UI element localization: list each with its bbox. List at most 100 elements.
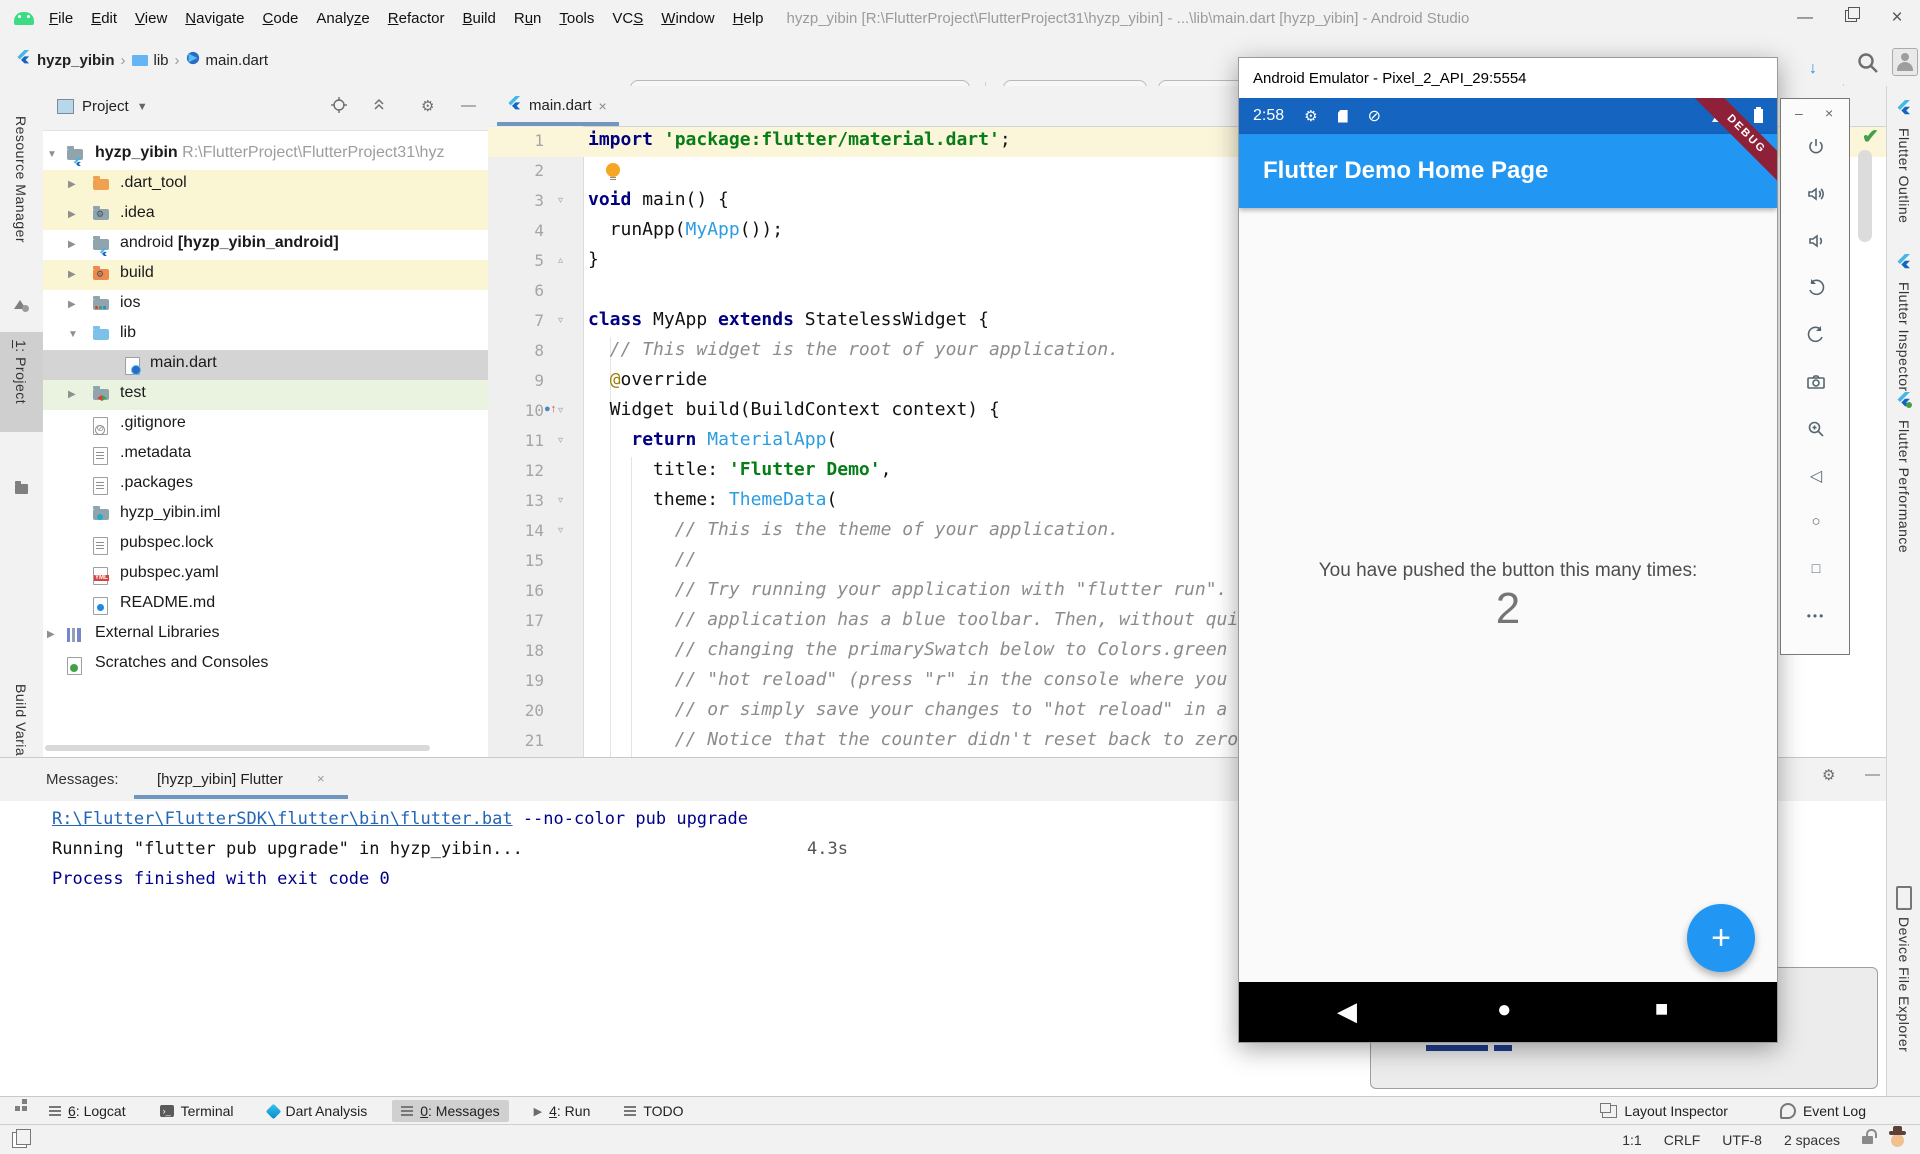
menu-vcs[interactable]: VCS — [603, 10, 652, 27]
override-marker-icon[interactable]: ●↑ — [544, 403, 556, 415]
menu-navigate[interactable]: Navigate — [176, 10, 253, 27]
close-emulator-icon[interactable]: × — [1825, 105, 1833, 121]
emulator-volume-up-button[interactable] — [1781, 184, 1851, 209]
tool-window-button-6-logcat[interactable]: 6: Logcat — [40, 1100, 135, 1122]
tool-window-button-dart-analysis[interactable]: Dart Analysis — [259, 1100, 377, 1122]
horizontal-scrollbar[interactable] — [45, 745, 430, 751]
tree-row--metadata[interactable]: .metadata — [43, 440, 488, 470]
fold-marker[interactable]: ▿ — [558, 435, 563, 446]
tool-window-button-todo[interactable]: TODO — [615, 1100, 692, 1122]
editor-scrollbar[interactable] — [1858, 150, 1872, 242]
emulator-overview-button[interactable]: □ — [1781, 560, 1851, 578]
nav-back-button[interactable]: ◀ — [1337, 996, 1357, 1027]
fold-marker[interactable]: ▿ — [558, 195, 563, 206]
inspections-ok-icon[interactable]: ✔ — [1862, 124, 1879, 149]
menu-analyze[interactable]: Analyze — [307, 10, 378, 27]
collapse-all-icon[interactable] — [371, 97, 387, 117]
messages-flutter-tab[interactable]: [hyzp_yibin] Flutter — [157, 771, 283, 788]
close-tab-icon[interactable]: × — [599, 98, 607, 114]
fold-marker[interactable]: ▿ — [558, 315, 563, 326]
intention-bulb-icon[interactable] — [606, 163, 620, 177]
locate-file-icon[interactable] — [331, 97, 347, 117]
tool-button-device-file-explorer[interactable]: Device File Explorer — [1887, 886, 1920, 1052]
tree-row-main-dart[interactable]: main.dart — [43, 350, 488, 380]
tree-row--gitignore[interactable]: ⊘.gitignore — [43, 410, 488, 440]
tool-window-button-terminal[interactable]: ›_Terminal — [151, 1100, 243, 1122]
fold-marker[interactable]: ▿ — [558, 495, 563, 506]
emulator-rotate-left-button[interactable] — [1781, 278, 1851, 303]
tree-row-ios[interactable]: ▶ios — [43, 290, 488, 320]
status-utf-8[interactable]: UTF-8 — [1722, 1132, 1762, 1148]
console-link[interactable]: R:\Flutter\FlutterSDK\flutter\bin\flutte… — [52, 809, 513, 829]
increment-fab-button[interactable]: + — [1687, 904, 1755, 972]
settings-gear-icon[interactable]: ⚙ — [1822, 766, 1835, 784]
tool-window-button-event-log[interactable]: Event Log — [1771, 1100, 1875, 1122]
tree-row--packages[interactable]: .packages — [43, 470, 488, 500]
fold-marker[interactable]: ▿ — [558, 405, 563, 416]
emulator-title-bar[interactable]: Android Emulator - Pixel_2_API_29:5554 — [1239, 58, 1777, 98]
tool-button-flutter-performance[interactable]: Flutter Performance — [1887, 392, 1920, 553]
emulator-zoom-button[interactable] — [1781, 419, 1851, 444]
minimize-emulator-icon[interactable]: – — [1795, 105, 1803, 121]
close-tab-icon[interactable]: × — [317, 771, 325, 786]
emulator-home-button[interactable]: ○ — [1781, 513, 1851, 531]
avatar[interactable] — [1892, 48, 1918, 81]
emulator-back-button[interactable]: ◁ — [1781, 466, 1851, 486]
emulator-screen[interactable]: 2:58 ⚙ ⊘ Flutter Demo Home Page DEBUG Yo… — [1239, 98, 1777, 1042]
menu-edit[interactable]: Edit — [82, 10, 126, 27]
minimize-window-button[interactable]: — — [1782, 9, 1828, 27]
fold-marker[interactable]: ▵ — [558, 255, 563, 266]
menu-refactor[interactable]: Refactor — [379, 10, 454, 27]
emulator-rotate-right-button[interactable] — [1781, 325, 1851, 350]
tree-row-test[interactable]: ▶test — [43, 380, 488, 410]
tool-button-project[interactable]: 1: Project — [0, 332, 43, 432]
breadcrumb-folder[interactable]: lib — [154, 52, 169, 69]
project-view-dropdown[interactable]: Project ▼ — [57, 98, 148, 115]
tab-main-dart[interactable]: main.dart × — [497, 89, 617, 122]
tool-button-resource-manager[interactable]: Resource Manager — [13, 116, 29, 243]
tool-window-button-layout-inspector[interactable]: Layout Inspector — [1593, 1100, 1737, 1122]
tree-row-pubspec-yaml[interactable]: YMLpubspec.yaml — [43, 560, 488, 590]
tree-row-build[interactable]: ▶⚙build — [43, 260, 488, 290]
tool-window-button-0-messages[interactable]: 0: Messages — [392, 1100, 508, 1122]
breadcrumb-file[interactable]: main.dart — [206, 52, 269, 69]
tool-button-flutter-inspector[interactable]: Flutter Inspector — [1887, 254, 1920, 392]
lock-icon[interactable] — [1862, 1136, 1873, 1144]
emulator-power-button[interactable] — [1781, 137, 1851, 162]
tree-row-readme-md[interactable]: README.md — [43, 590, 488, 620]
tree-row-hyzp-yibin[interactable]: ▼hyzp_yibin R:\FlutterProject\FlutterPro… — [43, 140, 488, 170]
tree-row-android[interactable]: ▶android [hyzp_yibin_android] — [43, 230, 488, 260]
tree-row-pubspec-lock[interactable]: pubspec.lock — [43, 530, 488, 560]
menu-build[interactable]: Build — [453, 10, 504, 27]
menu-code[interactable]: Code — [254, 10, 308, 27]
background-tasks-icon[interactable] — [12, 1132, 27, 1148]
menu-file[interactable]: File — [40, 10, 82, 27]
tool-window-button-4-run[interactable]: ▶4: Run — [525, 1100, 600, 1122]
nav-home-button[interactable]: ● — [1497, 996, 1512, 1024]
maximize-window-button[interactable] — [1828, 9, 1874, 27]
inspections-profile-icon[interactable] — [1891, 1134, 1904, 1147]
search-everywhere-icon[interactable] — [1856, 51, 1880, 80]
tree-row-hyzp-yibin-iml[interactable]: hyzp_yibin.iml — [43, 500, 488, 530]
emulator-more-button[interactable]: ••• — [1781, 607, 1851, 625]
emulator-volume-down-button[interactable] — [1781, 231, 1851, 256]
menu-view[interactable]: View — [126, 10, 176, 27]
tool-button-flutter-outline[interactable]: Flutter Outline — [1887, 100, 1920, 223]
tree-row-lib[interactable]: ▼lib — [43, 320, 488, 350]
breadcrumb-project[interactable]: hyzp_yibin — [37, 52, 115, 69]
emulator-camera-button[interactable] — [1781, 372, 1851, 397]
status-1-1[interactable]: 1:1 — [1622, 1132, 1641, 1148]
menu-tools[interactable]: Tools — [550, 10, 603, 27]
status-crlf[interactable]: CRLF — [1664, 1132, 1701, 1148]
menu-run[interactable]: Run — [505, 10, 551, 27]
menu-help[interactable]: Help — [724, 10, 773, 27]
settings-gear-icon[interactable]: ⚙ — [421, 97, 434, 115]
hide-panel-icon[interactable]: — — [1865, 766, 1880, 783]
status-2-spaces[interactable]: 2 spaces — [1784, 1132, 1840, 1148]
nav-overview-button[interactable]: ■ — [1655, 996, 1668, 1022]
hide-panel-icon[interactable]: — — [461, 97, 476, 114]
tree-row--dart-tool[interactable]: ▶.dart_tool — [43, 170, 488, 200]
close-window-button[interactable]: × — [1874, 7, 1920, 29]
fold-marker[interactable]: ▿ — [558, 525, 563, 536]
tree-row--idea[interactable]: ▶⚙.idea — [43, 200, 488, 230]
